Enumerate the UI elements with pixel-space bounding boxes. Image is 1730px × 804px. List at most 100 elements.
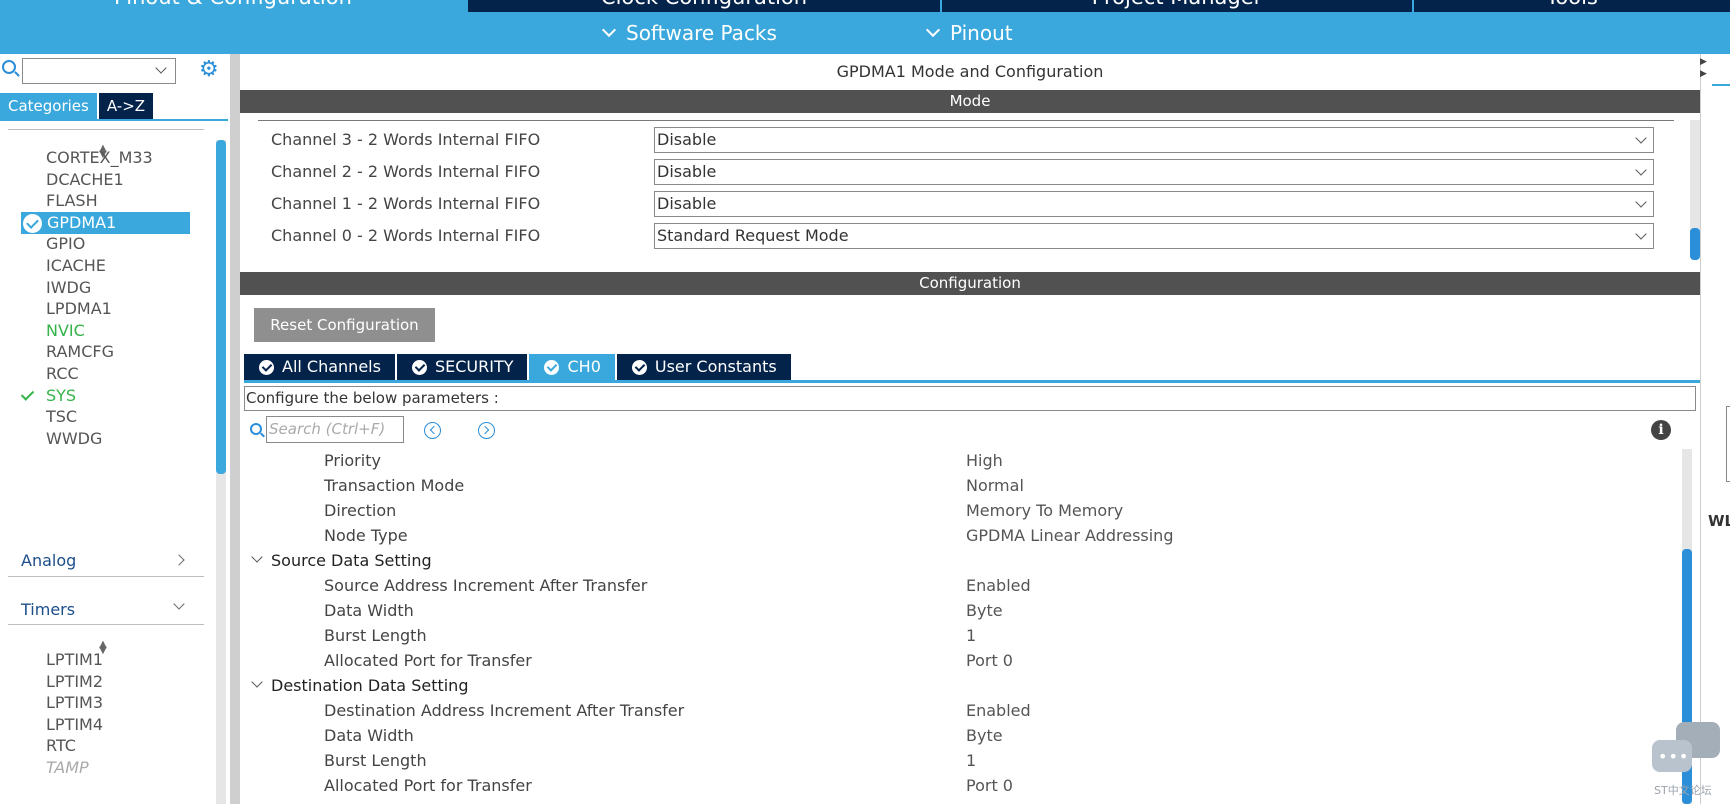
group-timers[interactable]: Timers (21, 600, 75, 619)
parameter-value[interactable]: GPDMA Linear Addressing (966, 526, 1173, 545)
channel-mode-select[interactable]: Disable (654, 127, 1654, 153)
sidebar-item-dcache1[interactable]: DCACHE1 (46, 169, 124, 191)
divider (8, 576, 204, 577)
chevron-down-icon[interactable] (251, 551, 263, 563)
sub-menu-bar: Software Packs Pinout (0, 12, 1730, 54)
chevron-down-icon[interactable] (173, 598, 185, 610)
tab-tools[interactable]: Tools (1414, 0, 1730, 12)
sidebar-item-iwdg[interactable]: IWDG (46, 277, 91, 299)
sidebar-item-lptim3[interactable]: LPTIM3 (46, 692, 103, 714)
channel-mode-select[interactable]: Disable (654, 159, 1654, 185)
parameter-row[interactable]: Node Type GPDMA Linear Addressing (240, 524, 1680, 549)
sidebar-item-label: DCACHE1 (46, 169, 124, 189)
sidebar-item-tsc[interactable]: TSC (46, 406, 77, 428)
sidebar-item-cortex-m33[interactable]: CORTEX_M33 (46, 147, 153, 169)
mode-header: Mode (240, 90, 1700, 113)
category-search-combo[interactable] (22, 58, 176, 84)
parameter-row[interactable]: Source Address Increment After Transfer E… (240, 574, 1680, 599)
check-circle-icon (259, 359, 274, 375)
parameter-row[interactable]: Burst Length 1 (240, 624, 1680, 649)
tab-pinout-configuration[interactable]: Pinout & Configuration (0, 0, 466, 12)
parameter-value[interactable]: Normal (966, 476, 1024, 495)
parameter-value[interactable]: Port 0 (966, 776, 1013, 795)
divider (8, 624, 204, 625)
next-match-icon[interactable] (478, 422, 495, 439)
sidebar-item-label: LPDMA1 (46, 299, 112, 319)
sidebar-item-label: NVIC (46, 320, 85, 340)
check-circle-icon (631, 359, 647, 375)
sidebar-item-lptim4[interactable]: LPTIM4 (46, 714, 103, 736)
sidebar-item-lptim2[interactable]: LPTIM2 (46, 671, 103, 693)
info-icon[interactable]: i (1651, 420, 1671, 440)
config-tabs: All Channels SECURITY CH0 User Constants (244, 354, 791, 380)
reset-configuration-button[interactable]: Reset Configuration (254, 308, 435, 342)
left-scrollbar-thumb[interactable] (216, 140, 226, 474)
group-analog[interactable]: Analog (21, 551, 76, 570)
parameter-group[interactable]: Destination Data Setting (240, 674, 1680, 699)
sidebar-item-nvic[interactable]: NVIC (46, 320, 85, 342)
parameter-row[interactable]: Priority High (240, 449, 1680, 474)
parameter-name: Node Type (324, 526, 408, 545)
search-icon[interactable] (250, 423, 262, 435)
software-packs-menu[interactable]: Software Packs (601, 21, 777, 45)
parameter-row[interactable]: Data Width Byte (240, 724, 1680, 749)
parameter-value[interactable]: High (966, 451, 1003, 470)
chevron-down-icon[interactable] (251, 676, 263, 688)
config-tab-underline (244, 380, 1700, 383)
parameter-name: Destination Address Increment After Tran… (324, 701, 685, 720)
tab-all-channels[interactable]: All Channels (244, 354, 395, 380)
collapse-arrows-icon[interactable]: ▶ ▶ (1700, 56, 1708, 80)
panel-splitter[interactable] (230, 54, 240, 804)
tab-user-constants[interactable]: User Constants (616, 354, 791, 380)
tab-project-manager[interactable]: Project Manager (942, 0, 1412, 12)
channel-label: Channel 1 - 2 Words Internal FIFO (271, 194, 541, 213)
parameter-group[interactable]: Source Data Setting (240, 549, 1680, 574)
parameter-value[interactable]: Byte (966, 601, 1003, 620)
tab-categories[interactable]: Categories (0, 93, 97, 119)
parameter-value[interactable]: Port 0 (966, 651, 1013, 670)
parameter-row[interactable]: Destination Address Increment After Tran… (240, 699, 1680, 724)
parameter-value[interactable]: Enabled (966, 576, 1031, 595)
sidebar-item-label: LPTIM1 (46, 650, 104, 669)
chevron-down-icon (1635, 164, 1647, 176)
parameter-value[interactable]: 1 (966, 751, 976, 770)
parameter-value[interactable]: Byte (966, 726, 1003, 745)
sidebar-item-lptim1[interactable]: LPTIM1 (46, 649, 103, 671)
sidebar-item-label: LPTIM4 (46, 714, 104, 734)
sidebar-item-sys[interactable]: SYS (20, 385, 77, 407)
parameter-row[interactable]: Data Width Byte (240, 599, 1680, 624)
gear-icon[interactable]: ⚙ (199, 59, 221, 81)
sidebar-item-tamp[interactable]: TAMP (46, 757, 89, 779)
tab-a-to-z[interactable]: A->Z (98, 93, 154, 119)
parameter-search-input[interactable]: Search (Ctrl+F) (266, 416, 404, 443)
sidebar-item-ramcfg[interactable]: RAMCFG (46, 341, 114, 363)
parameter-row[interactable]: Allocated Port for Transfer Port 0 (240, 649, 1680, 674)
channel-mode-select[interactable]: Standard Request Mode (654, 223, 1654, 249)
search-icon[interactable] (2, 60, 16, 74)
parameter-value[interactable]: Memory To Memory (966, 501, 1123, 520)
sidebar-item-wwdg[interactable]: WWDG (46, 428, 102, 450)
sidebar-item-icache[interactable]: ICACHE (46, 255, 106, 277)
channel-mode-select[interactable]: Disable (654, 191, 1654, 217)
parameter-value[interactable]: 1 (966, 626, 976, 645)
sidebar-item-gpio[interactable]: GPIO (46, 233, 85, 255)
parameter-row[interactable]: Transaction Mode Normal (240, 474, 1680, 499)
sidebar-item-flash[interactable]: FLASH (46, 190, 98, 212)
parameter-row[interactable]: Allocated Port for Transfer Port 0 (240, 774, 1680, 799)
sidebar-item-label: SYS (46, 385, 77, 405)
parameter-row[interactable]: Burst Length 1 (240, 749, 1680, 774)
sidebar-item-lpdma1[interactable]: LPDMA1 (46, 298, 112, 320)
chevron-right-icon[interactable] (173, 554, 185, 566)
mode-scrollbar-thumb[interactable] (1690, 228, 1700, 260)
pinout-menu[interactable]: Pinout (925, 21, 1013, 45)
parameter-value[interactable]: Enabled (966, 701, 1031, 720)
tab-ch0[interactable]: CH0 (529, 354, 615, 380)
chevron-down-icon (1635, 196, 1647, 208)
sidebar-item-rcc[interactable]: RCC (46, 363, 79, 385)
parameter-row[interactable]: Direction Memory To Memory (240, 499, 1680, 524)
tab-clock-configuration[interactable]: Clock Configuration (468, 0, 940, 12)
sidebar-item-gpdma1[interactable]: GPDMA1 (21, 211, 190, 234)
sidebar-item-rtc[interactable]: RTC (46, 735, 76, 757)
tab-security[interactable]: SECURITY (396, 354, 528, 380)
previous-match-icon[interactable] (424, 422, 441, 439)
